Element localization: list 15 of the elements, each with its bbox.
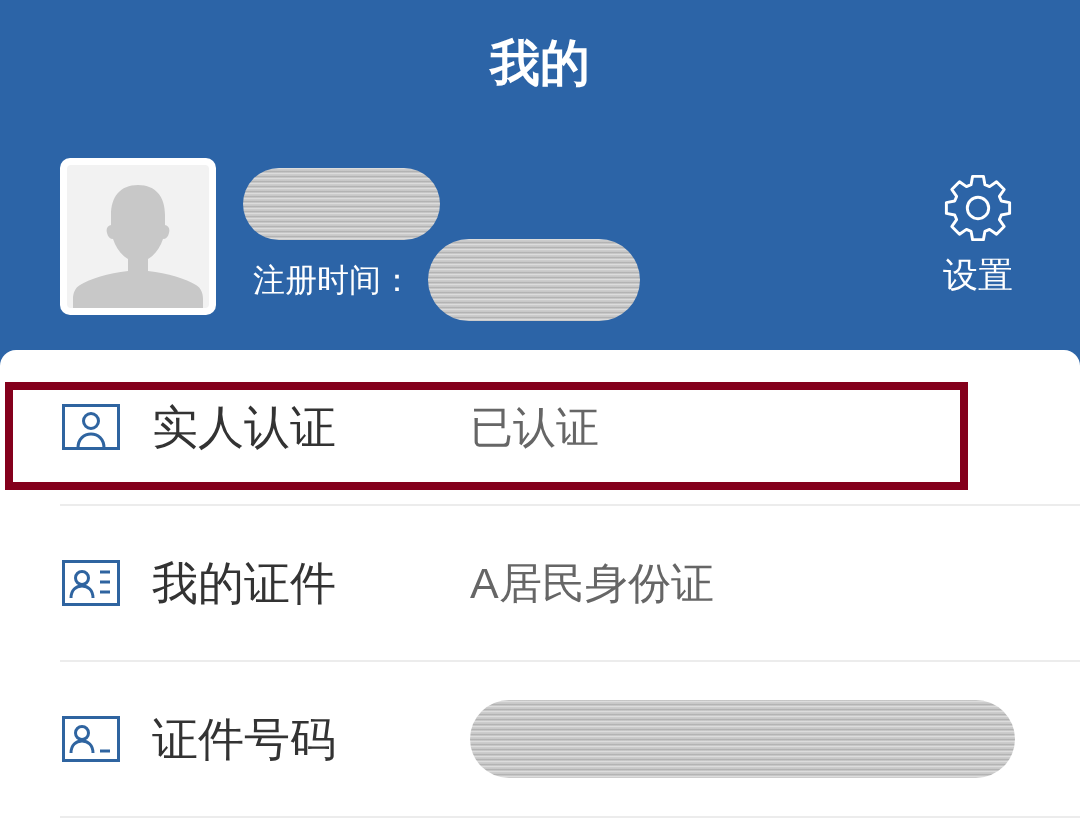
row-label: 实人认证	[152, 404, 337, 450]
id-card-icon	[62, 404, 120, 450]
row-value: A居民身份证	[470, 561, 714, 605]
page-title: 我的	[490, 37, 590, 88]
row-value: 已认证	[470, 405, 599, 449]
id-card-lines-icon	[62, 560, 120, 606]
row-label: 我的证件	[152, 560, 337, 606]
list-row[interactable]: 证件号码	[60, 662, 1080, 818]
id-card-underline-icon	[62, 716, 120, 762]
list-row[interactable]: 实人认证 已认证	[60, 350, 1080, 506]
settings-button[interactable]: 设置	[943, 173, 1013, 292]
list-row[interactable]: 我的证件 A居民身份证	[60, 506, 1080, 662]
registration-label: 注册时间：	[253, 264, 413, 296]
row-label: 证件号码	[152, 716, 337, 762]
settings-icon	[943, 173, 1013, 243]
